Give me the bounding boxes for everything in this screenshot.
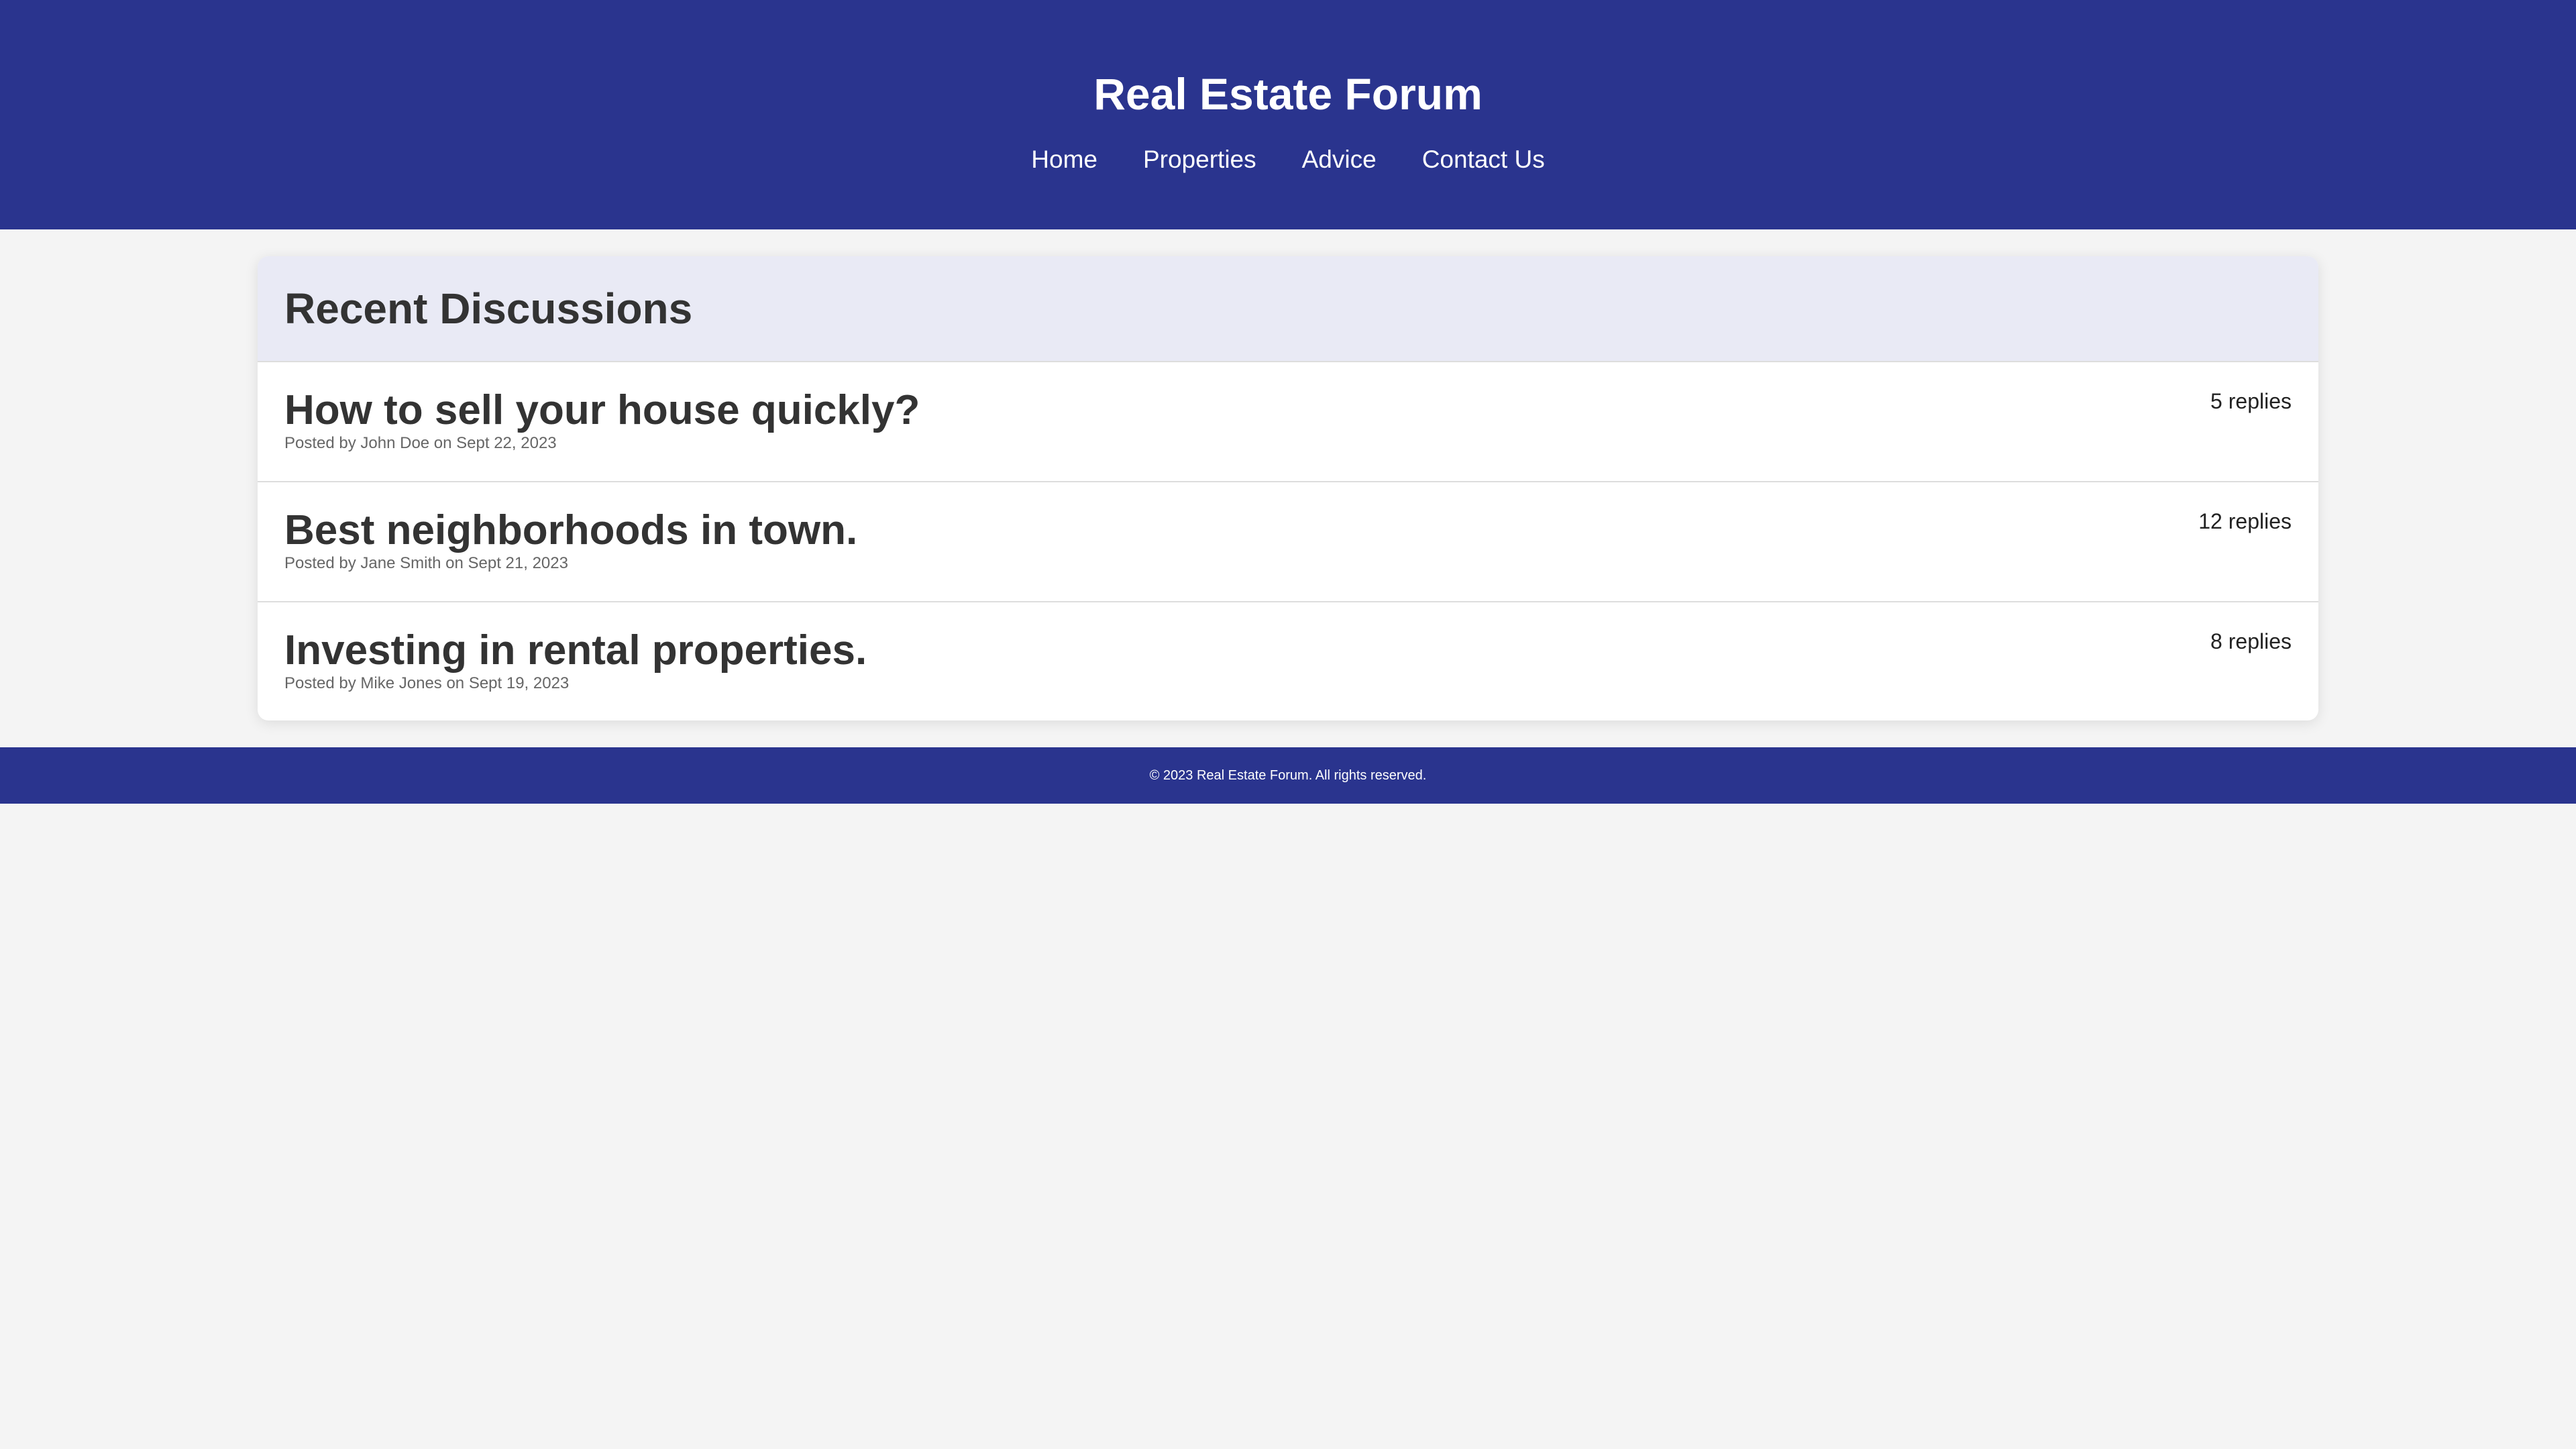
nav-link-home[interactable]: Home xyxy=(1031,144,1097,176)
reply-count: 12 replies xyxy=(2198,509,2292,533)
nav-link-advice[interactable]: Advice xyxy=(1302,144,1377,176)
site-footer: © 2023 Real Estate Forum. All rights res… xyxy=(0,747,2576,804)
discussions-panel: Recent Discussions How to sell your hous… xyxy=(258,256,2318,720)
discussion-item[interactable]: Investing in rental properties. Posted b… xyxy=(258,602,2318,720)
discussion-title[interactable]: Investing in rental properties. xyxy=(284,625,2292,676)
nav-link-contact-us[interactable]: Contact Us xyxy=(1422,144,1545,176)
site-header: Real Estate Forum Home Properties Advice… xyxy=(0,0,2576,229)
site-title: Real Estate Forum xyxy=(1093,69,1483,119)
section-header: Recent Discussions xyxy=(258,256,2318,362)
reply-count: 8 replies xyxy=(2210,629,2292,653)
discussion-item[interactable]: How to sell your house quickly? Posted b… xyxy=(258,362,2318,482)
discussion-meta: Posted by Mike Jones on Sept 19, 2023 xyxy=(284,674,570,692)
section-title: Recent Discussions xyxy=(284,284,693,333)
discussion-meta: Posted by Jane Smith on Sept 21, 2023 xyxy=(284,554,568,572)
discussion-meta: Posted by John Doe on Sept 22, 2023 xyxy=(284,434,557,452)
copyright-text: © 2023 Real Estate Forum. All rights res… xyxy=(1149,767,1427,783)
discussion-title[interactable]: How to sell your house quickly? xyxy=(284,385,2292,436)
main-nav: Home Properties Advice Contact Us xyxy=(0,144,2576,176)
discussion-title[interactable]: Best neighborhoods in town. xyxy=(284,505,2292,556)
nav-link-properties[interactable]: Properties xyxy=(1143,144,1256,176)
discussion-item[interactable]: Best neighborhoods in town. Posted by Ja… xyxy=(258,482,2318,602)
reply-count: 5 replies xyxy=(2210,389,2292,413)
